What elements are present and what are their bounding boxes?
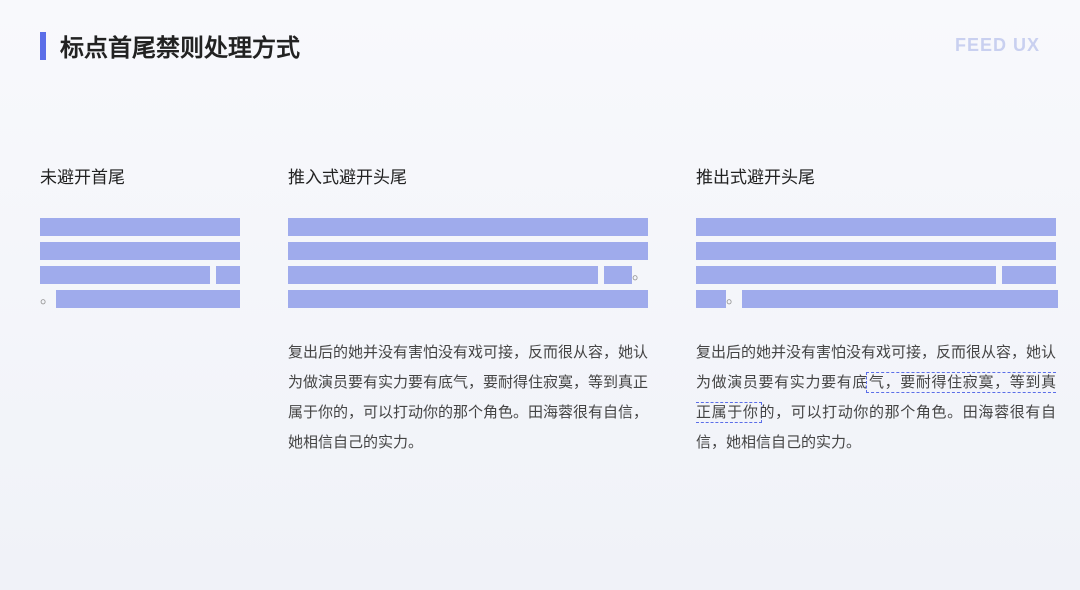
text-bar [216, 266, 240, 284]
page-title: 标点首尾禁则处理方式 [60, 28, 300, 63]
diagram-push-out: 。 [696, 218, 1056, 308]
text-bar [1002, 266, 1056, 284]
column-not-avoided: 未避开首尾 。 [40, 163, 240, 338]
brand-label: FEED UX [955, 35, 1040, 56]
text-bar [40, 242, 240, 260]
text-bar [604, 266, 632, 284]
column-push-in: 推入式避开头尾 。 复出后的她并没有害怕没有戏可接，反而很从容，她认为做演员要有… [288, 163, 648, 458]
text-bar [288, 290, 648, 308]
column-label: 推出式避开头尾 [696, 163, 1056, 188]
content-row: 未避开首尾 。 推入式避开头尾 [0, 63, 1080, 458]
punctuation-mark: 。 [726, 290, 742, 308]
text-bar [40, 218, 240, 236]
text-bar [696, 266, 996, 284]
text-bar [56, 290, 240, 308]
sample-text-push-in: 复出后的她并没有害怕没有戏可接，反而很从容，她认为做演员要有实力要有底气，要耐得… [288, 338, 648, 458]
title-accent-bar [40, 32, 46, 60]
column-push-out: 推出式避开头尾 。 复出后的她并没有害怕没有戏可接，反而很从容，她认为做演员要有… [696, 163, 1056, 458]
sample-text-push-out: 复出后的她并没有害怕没有戏可接，反而很从容，她认为做演员要有实力要有底气，要耐得… [696, 338, 1056, 458]
text-bar [696, 242, 1056, 260]
text-bar [742, 290, 1058, 308]
punctuation-mark: 。 [632, 266, 648, 284]
text-bar [288, 218, 648, 236]
text-bar [288, 266, 598, 284]
text-bar [696, 218, 1056, 236]
header: 标点首尾禁则处理方式 FEED UX [0, 0, 1080, 63]
diagram-not-avoided: 。 [40, 218, 240, 308]
punctuation-mark: 。 [40, 290, 56, 308]
column-label: 推入式避开头尾 [288, 163, 648, 188]
text-bar [288, 242, 648, 260]
diagram-push-in: 。 [288, 218, 648, 308]
column-label: 未避开首尾 [40, 163, 240, 188]
text-bar [696, 290, 726, 308]
title-group: 标点首尾禁则处理方式 [40, 28, 300, 63]
text-bar [40, 266, 210, 284]
